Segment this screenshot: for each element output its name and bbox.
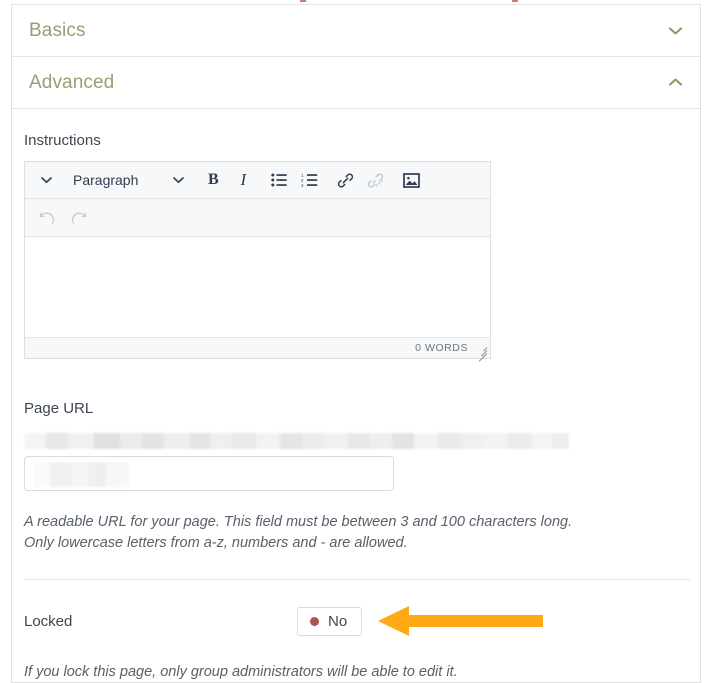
redo-button[interactable]	[63, 203, 93, 233]
bullet-list-icon	[271, 173, 287, 187]
bullet-list-button[interactable]	[264, 165, 294, 195]
bold-icon: B	[208, 171, 219, 189]
chevron-down-icon[interactable]	[31, 165, 61, 195]
italic-icon: I	[241, 170, 247, 190]
paragraph-format-value: Paragraph	[73, 173, 138, 187]
bold-button[interactable]: B	[198, 165, 228, 195]
redo-icon	[69, 210, 87, 225]
page-url-field: Page URL	[12, 359, 700, 491]
accordion-title-basics: Basics	[29, 21, 86, 40]
undo-button[interactable]	[33, 203, 63, 233]
instructions-label: Instructions	[24, 133, 700, 148]
paragraph-format-dropdown[interactable]: Paragraph	[61, 165, 192, 195]
page-url-label: Page URL	[24, 401, 700, 416]
unlink-button[interactable]	[360, 165, 390, 195]
image-icon	[403, 173, 420, 188]
svg-text:3: 3	[301, 183, 304, 187]
page-url-help-text: A readable URL for your page. This field…	[24, 512, 584, 554]
accordion-title-advanced: Advanced	[29, 73, 114, 92]
editor-toolbar-history	[25, 199, 490, 237]
status-dot-icon	[310, 617, 319, 626]
image-button[interactable]	[396, 165, 426, 195]
advanced-section-body: Instructions Paragraph B	[12, 109, 700, 682]
locked-toggle-button[interactable]: No	[297, 607, 362, 636]
page-url-prefix-redacted	[24, 433, 569, 449]
numbered-list-icon: 1 2 3	[301, 173, 318, 187]
resize-grip-icon[interactable]	[475, 344, 487, 356]
rich-text-editor[interactable]: Paragraph B I	[24, 161, 491, 359]
page-url-input-value-redacted	[34, 462, 129, 487]
italic-button[interactable]: I	[228, 165, 258, 195]
locked-help-text: If you lock this page, only group admini…	[24, 662, 700, 682]
link-icon	[337, 172, 354, 189]
unlink-icon	[367, 172, 384, 189]
accordion-header-basics[interactable]: Basics	[12, 5, 700, 57]
chevron-up-icon[interactable]	[667, 77, 684, 88]
editor-content-area[interactable]	[25, 237, 490, 338]
accordion-header-advanced[interactable]: Advanced	[12, 57, 700, 109]
link-button[interactable]	[330, 165, 360, 195]
undo-icon	[39, 210, 57, 225]
editor-toolbar-primary: Paragraph B I	[25, 162, 490, 199]
word-count-label: 0 WORDS	[415, 343, 468, 354]
locked-label: Locked	[24, 614, 297, 629]
page-url-input[interactable]	[24, 456, 394, 491]
chevron-down-icon[interactable]	[172, 176, 185, 184]
arrow-left-callout-icon	[378, 604, 543, 638]
settings-accordion-panel: Basics Advanced Instructions Paragraph	[11, 4, 701, 683]
instructions-field: Instructions Paragraph B	[12, 109, 700, 359]
locked-toggle-value: No	[328, 614, 347, 629]
editor-status-bar: 0 WORDS	[25, 338, 490, 358]
locked-field: Locked No	[12, 580, 700, 638]
numbered-list-button[interactable]: 1 2 3	[294, 165, 324, 195]
chevron-down-icon[interactable]	[667, 25, 684, 36]
